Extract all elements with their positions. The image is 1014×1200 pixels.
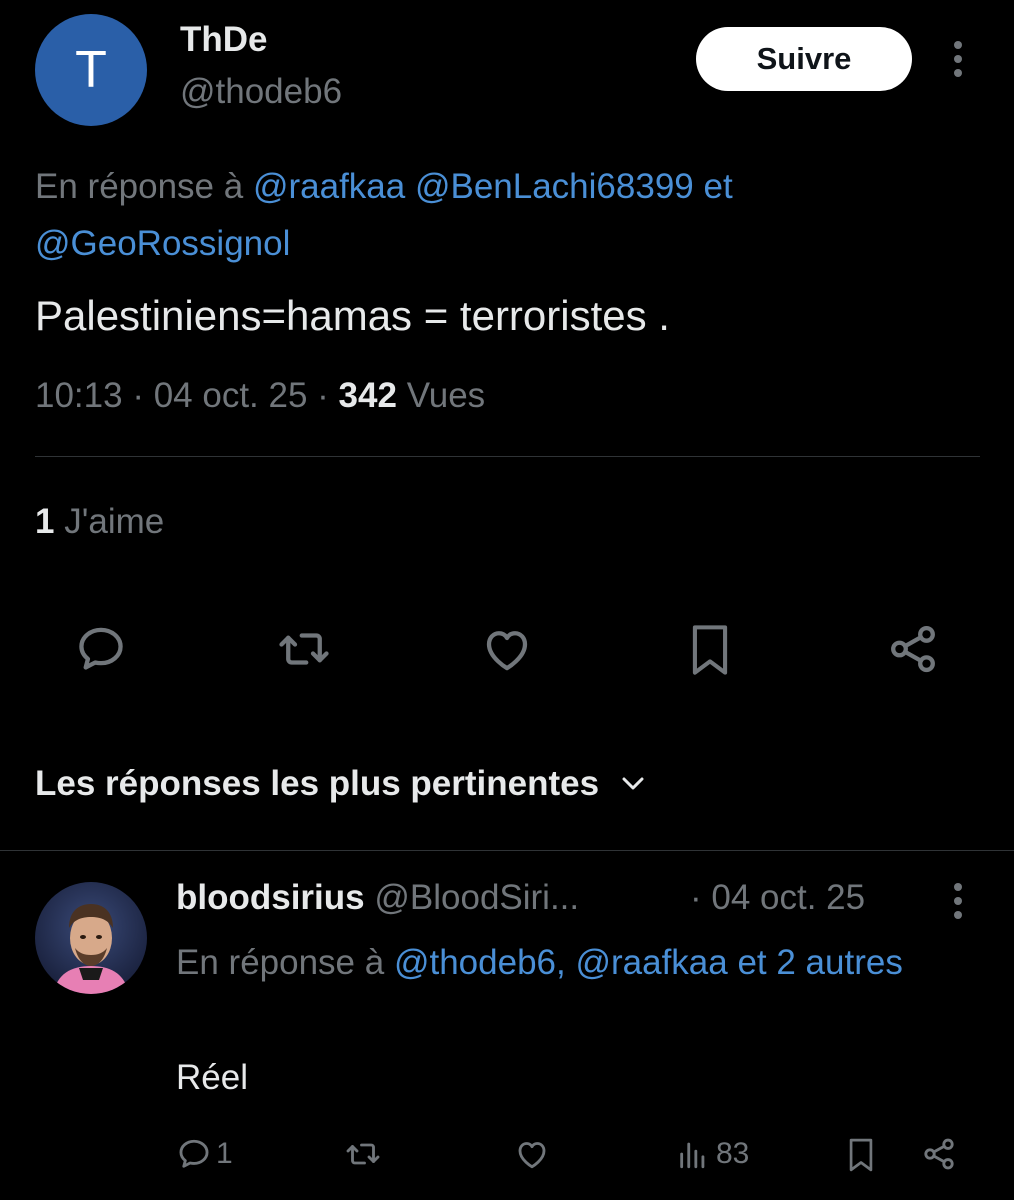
tweet-text: Palestiniens=hamas = terroristes . [35, 292, 670, 339]
reply-views-count: 83 [716, 1137, 750, 1170]
author-name[interactable]: ThDe [180, 20, 268, 60]
reply-icon[interactable] [74, 622, 128, 676]
tweet-time: 10:13 [35, 376, 123, 415]
bookmark-icon[interactable] [844, 1136, 878, 1174]
reply-author-handle[interactable]: @BloodSiri... [374, 878, 579, 917]
avatar[interactable]: T [35, 14, 147, 126]
share-icon[interactable] [920, 1136, 958, 1172]
share-icon[interactable] [886, 622, 940, 676]
more-options-icon[interactable] [944, 40, 972, 80]
reply-prefix: En réponse à [176, 943, 385, 982]
tweet-meta: 10:13 · 04 oct. 25 · 342 Vues [35, 376, 486, 415]
retweet-icon[interactable] [276, 622, 332, 676]
views-label: Vues [406, 376, 486, 415]
reply-text: Réel [176, 1058, 248, 1097]
likes-label: J'aime [64, 502, 165, 541]
retweet-icon[interactable] [344, 1136, 382, 1172]
bookmark-icon[interactable] [684, 622, 736, 678]
avatar-letter: T [75, 41, 107, 99]
author-handle[interactable]: @thodeb6 [180, 72, 342, 112]
reply-mentions[interactable]: @thodeb6, @raafkaa et 2 autres [394, 943, 903, 982]
reply-date: · 04 oct. 25 [690, 878, 866, 917]
like-icon[interactable] [480, 622, 534, 676]
tweet-date: 04 oct. 25 [153, 376, 308, 415]
likes-summary[interactable]: 1 J'aime [35, 502, 164, 542]
reply-context: En réponse à @raafkaa @BenLachi68399 et … [35, 158, 985, 272]
reply-icon [176, 1136, 212, 1172]
views-button[interactable]: 83 [676, 1136, 749, 1172]
divider [35, 456, 980, 457]
reply-context: En réponse à @thodeb6, @raafkaa et 2 aut… [176, 934, 976, 991]
analytics-icon [676, 1136, 710, 1172]
reply-count: 1 [216, 1137, 233, 1170]
like-icon[interactable] [514, 1136, 550, 1172]
chevron-down-icon [621, 776, 645, 792]
follow-button[interactable]: Suivre [696, 27, 912, 91]
reply-avatar[interactable] [35, 882, 147, 994]
reply-comment-button[interactable]: 1 [176, 1136, 233, 1172]
reply-prefix: En réponse à [35, 167, 244, 206]
likes-count: 1 [35, 502, 55, 541]
more-options-icon[interactable] [944, 882, 972, 922]
reply-author-name[interactable]: bloodsirius [176, 878, 365, 917]
replies-sort-selector[interactable]: Les réponses les plus pertinentes [35, 764, 645, 804]
sort-label: Les réponses les plus pertinentes [35, 764, 600, 803]
views-count: 342 [338, 376, 397, 415]
divider [0, 850, 1014, 851]
reply-header: bloodsirius @BloodSiri... [176, 878, 579, 918]
